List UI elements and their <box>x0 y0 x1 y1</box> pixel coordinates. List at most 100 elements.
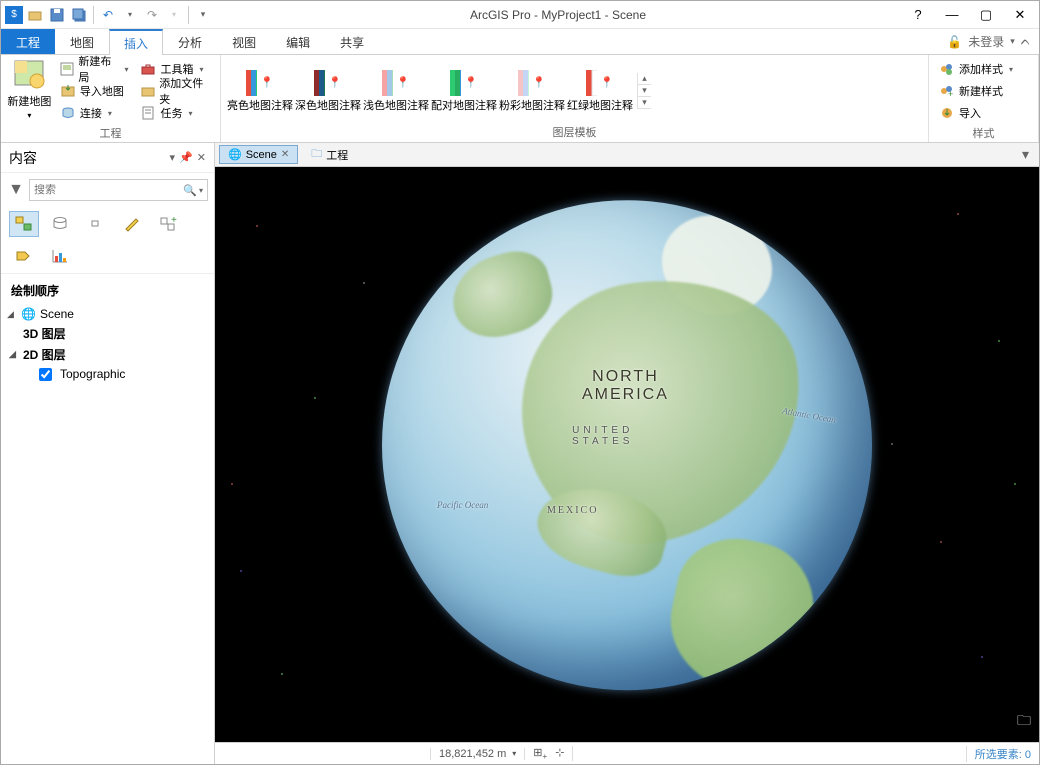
swatch-icon: 📍 <box>314 69 342 97</box>
scale-dropdown-icon[interactable]: ▾ <box>512 749 516 758</box>
add-style-button[interactable]: 添加样式▾ <box>935 59 1017 79</box>
new-style-button[interactable]: + 新建样式 <box>935 81 1017 101</box>
gallery-scroll-up-icon[interactable]: ▴ <box>638 73 651 85</box>
gallery-item-pastel[interactable]: 📍 粉彩地图注释 <box>499 69 565 113</box>
swatch-icon: 📍 <box>518 69 546 97</box>
toc-scene-label: Scene <box>40 307 74 321</box>
layer-visibility-checkbox[interactable] <box>39 368 52 381</box>
gallery-item-paired[interactable]: 📍 配对地图注释 <box>431 69 497 113</box>
list-by-chart-button[interactable] <box>45 243 75 269</box>
new-style-label: 新建样式 <box>959 83 1003 99</box>
qat-save-icon[interactable] <box>47 5 67 25</box>
qat-app-icon[interactable]: $ <box>5 6 23 24</box>
globe[interactable]: NORTHAMERICA UNITEDSTATES MEXICO Pacific… <box>382 200 872 690</box>
view-menu-icon[interactable]: ▾ <box>1016 146 1035 163</box>
new-style-icon: + <box>939 83 955 99</box>
scene-viewport[interactable]: NORTHAMERICA UNITEDSTATES MEXICO Pacific… <box>215 167 1039 742</box>
search-dropdown-icon[interactable]: ▾ <box>199 186 203 195</box>
view-tab-scene-label: Scene <box>246 149 277 161</box>
search-input[interactable] <box>34 184 183 196</box>
folder-icon: 🗀 <box>311 145 322 164</box>
maximize-icon[interactable]: ▢ <box>973 5 999 25</box>
filter-icon[interactable]: ▼ <box>7 181 25 199</box>
snapping-grid-icon[interactable]: ⊞+ <box>533 746 547 761</box>
tab-file[interactable]: 工程 <box>1 29 55 54</box>
view-tab-project[interactable]: 🗀 工程 <box>302 142 357 167</box>
caret-icon: ◢ <box>7 309 17 320</box>
toc-scene[interactable]: ◢ 🌐 Scene <box>7 305 208 323</box>
label-pacific: Pacific Ocean <box>437 500 488 510</box>
lock-icon: 🔓 <box>947 35 962 49</box>
layer-template-gallery: 📍 亮色地图注释 📍 深色地图注释 📍 浅色地图注释 📍 配对地图注释 📍 <box>227 69 633 113</box>
gallery-item-dark[interactable]: 📍 深色地图注释 <box>295 69 361 113</box>
connect-label: 连接 <box>80 105 102 121</box>
gallery-item-redgreen[interactable]: 📍 红绿地图注释 <box>567 69 633 113</box>
toc-topo-label: Topographic <box>60 367 125 381</box>
selected-features[interactable]: 所选要素: 0 <box>966 746 1039 762</box>
snapping-constraint-icon[interactable]: ⊹ <box>555 746 564 761</box>
help-icon[interactable]: ? <box>905 5 931 25</box>
search-icon[interactable]: 🔍 <box>183 184 197 197</box>
list-by-snapping-button[interactable]: + <box>153 211 183 237</box>
close-tab-icon[interactable]: ✕ <box>281 149 289 160</box>
new-layout-button[interactable]: 新建布局▾ <box>56 59 133 79</box>
search-input-container[interactable]: 🔍 ▾ <box>29 179 208 201</box>
ribbon-group-project-label: 工程 <box>7 123 214 143</box>
tab-map[interactable]: 地图 <box>55 29 109 54</box>
basemap-icon[interactable]: 🗀 <box>1017 710 1031 734</box>
gallery-scroll-down-icon[interactable]: ▾ <box>638 85 651 97</box>
login-status[interactable]: 未登录 <box>968 33 1004 50</box>
list-by-editing-button[interactable] <box>117 211 147 237</box>
toolbox-icon <box>140 61 156 77</box>
layout-icon <box>60 61 75 77</box>
redo-dropdown-icon[interactable]: ▾ <box>164 5 184 25</box>
add-folder-button[interactable]: 添加文件夹 <box>136 81 214 101</box>
redo-icon[interactable]: ↷ <box>142 5 162 25</box>
qat-separator <box>188 6 189 24</box>
pane-close-icon[interactable]: ✕ <box>197 151 206 164</box>
draw-order-heading: 绘制顺序 <box>1 273 214 303</box>
close-icon[interactable]: ✕ <box>1007 5 1033 25</box>
connect-button[interactable]: 连接▾ <box>56 103 133 123</box>
minimize-icon[interactable]: ― <box>939 5 965 25</box>
tab-insert[interactable]: 插入 <box>109 29 163 55</box>
gallery-item-bright[interactable]: 📍 亮色地图注释 <box>227 69 293 113</box>
qat-customize-icon[interactable]: ▾ <box>193 5 213 25</box>
add-style-icon <box>939 61 955 77</box>
qat-open-icon[interactable] <box>25 5 45 25</box>
list-by-selection-button[interactable] <box>81 211 111 237</box>
gallery-label: 亮色地图注释 <box>227 97 293 113</box>
list-by-labeling-button[interactable] <box>9 243 39 269</box>
scale-value[interactable]: 18,821,452 m <box>439 748 506 760</box>
list-by-draw-order-button[interactable] <box>9 211 39 237</box>
pane-pin-icon[interactable]: 📌 <box>179 151 193 164</box>
pane-dropdown-icon[interactable]: ▾ <box>170 151 176 164</box>
tab-view[interactable]: 视图 <box>217 29 271 54</box>
qat-saveall-icon[interactable] <box>69 5 89 25</box>
gallery-expand-icon[interactable]: ▾ <box>638 97 651 109</box>
undo-dropdown-icon[interactable]: ▾ <box>120 5 140 25</box>
ribbon-group-gallery-label: 图层模板 <box>227 122 922 142</box>
tab-edit[interactable]: 编辑 <box>271 29 325 54</box>
toc-2d-layers[interactable]: ◢ 2D 图层 <box>23 344 208 365</box>
import-map-button[interactable]: 导入地图 <box>56 81 133 101</box>
gallery-item-light[interactable]: 📍 浅色地图注释 <box>363 69 429 113</box>
tab-analysis[interactable]: 分析 <box>163 29 217 54</box>
import-style-button[interactable]: 导入 <box>935 103 1017 123</box>
toc-3d-layers[interactable]: 3D 图层 <box>23 323 208 344</box>
list-by-source-button[interactable] <box>45 211 75 237</box>
import-style-label: 导入 <box>959 105 981 121</box>
tab-share[interactable]: 共享 <box>325 29 379 54</box>
login-dropdown-icon[interactable]: ▾ <box>1010 36 1015 47</box>
collapse-ribbon-icon[interactable]: ᨈ <box>1021 34 1031 49</box>
toc-topographic[interactable]: Topographic <box>39 365 208 383</box>
caret-icon: ◢ <box>9 349 19 360</box>
gallery-label: 深色地图注释 <box>295 97 361 113</box>
tasks-button[interactable]: 任务▾ <box>136 103 214 123</box>
swatch-icon: 📍 <box>382 69 410 97</box>
connect-icon <box>60 105 76 121</box>
view-tab-scene[interactable]: 🌐 Scene ✕ <box>219 145 298 164</box>
new-map-button[interactable]: 新建地图 ▾ <box>7 59 52 120</box>
swatch-icon: 📍 <box>586 69 614 97</box>
undo-icon[interactable]: ↶ <box>98 5 118 25</box>
